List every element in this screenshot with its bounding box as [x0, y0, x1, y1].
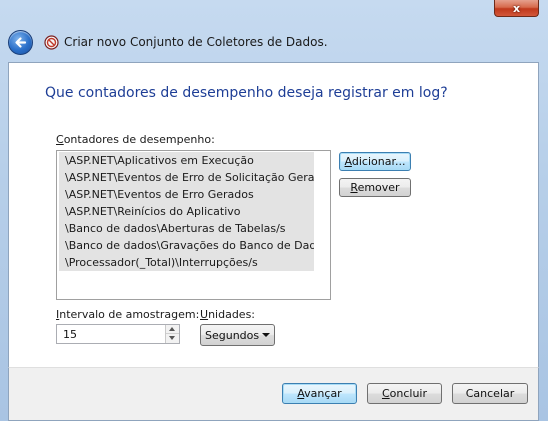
add-button-mnemonic: A — [344, 155, 352, 168]
add-counter-button[interactable]: Adicionar... — [339, 152, 411, 171]
units-label-mnemonic: U — [200, 308, 209, 321]
units-label-text: nidades: — [208, 308, 256, 321]
performance-counters-list[interactable]: \ASP.NET\Aplicativos em Execução \ASP.NE… — [56, 150, 331, 300]
list-item[interactable]: \Banco de dados\Aberturas de Tabelas/s — [59, 220, 314, 237]
list-item[interactable]: \ASP.NET\Eventos de Erro de Solicitação … — [59, 169, 314, 186]
list-item[interactable]: \Banco de dados\Gravações do Banco de Da… — [59, 237, 314, 254]
next-button-label: vançar — [304, 387, 342, 400]
back-button[interactable] — [8, 30, 33, 55]
list-item[interactable]: \ASP.NET\Reinícios do Aplicativo — [59, 203, 314, 220]
sample-interval-stepper[interactable]: 15 — [56, 324, 180, 344]
back-arrow-icon — [15, 37, 27, 48]
finish-button[interactable]: Concluir — [367, 383, 442, 404]
performance-monitor-icon — [44, 35, 59, 50]
finish-button-label: oncluir — [389, 387, 428, 400]
spin-down-icon[interactable] — [166, 334, 179, 343]
counters-label-text: ontadores de desempenho: — [63, 133, 215, 146]
cancel-button[interactable]: Cancelar — [452, 383, 528, 404]
page-heading: Que contadores de desempenho deseja regi… — [45, 85, 448, 101]
sample-interval-label: Intervalo de amostragem: — [56, 308, 199, 321]
remove-counter-button[interactable]: Remover — [339, 178, 411, 197]
wizard-window: x Criar novo Conjunto de Coletores de Da… — [0, 0, 548, 421]
add-button-label: dicionar... — [351, 155, 406, 168]
interval-spinner — [165, 325, 179, 343]
interval-label-text: ntervalo de amostragem: — [59, 308, 200, 321]
close-window-button[interactable]: x — [494, 0, 539, 17]
counters-label: Contadores de desempenho: — [56, 133, 215, 146]
next-button[interactable]: Avançar — [282, 383, 357, 404]
chevron-down-icon — [262, 333, 270, 337]
remove-button-label: emover — [357, 181, 400, 194]
spin-up-icon[interactable] — [166, 325, 179, 334]
wizard-content-panel: Que contadores de desempenho deseja regi… — [8, 62, 539, 367]
finish-button-mnemonic: C — [381, 387, 390, 400]
window-title: Criar novo Conjunto de Coletores de Dado… — [64, 35, 328, 49]
counters-label-mnemonic: C — [56, 133, 64, 146]
units-label: Unidades: — [200, 308, 255, 321]
list-item[interactable]: \ASP.NET\Aplicativos em Execução — [59, 152, 314, 169]
list-item[interactable]: \ASP.NET\Eventos de Erro Gerados — [59, 186, 314, 203]
units-dropdown[interactable]: Segundos — [200, 324, 275, 346]
remove-button-mnemonic: R — [350, 181, 358, 194]
list-item[interactable]: \Processador(_Total)\Interrupções/s — [59, 254, 314, 271]
sample-interval-value: 15 — [63, 328, 77, 341]
units-selected-value: Segundos — [205, 329, 260, 342]
close-icon: x — [512, 1, 521, 15]
